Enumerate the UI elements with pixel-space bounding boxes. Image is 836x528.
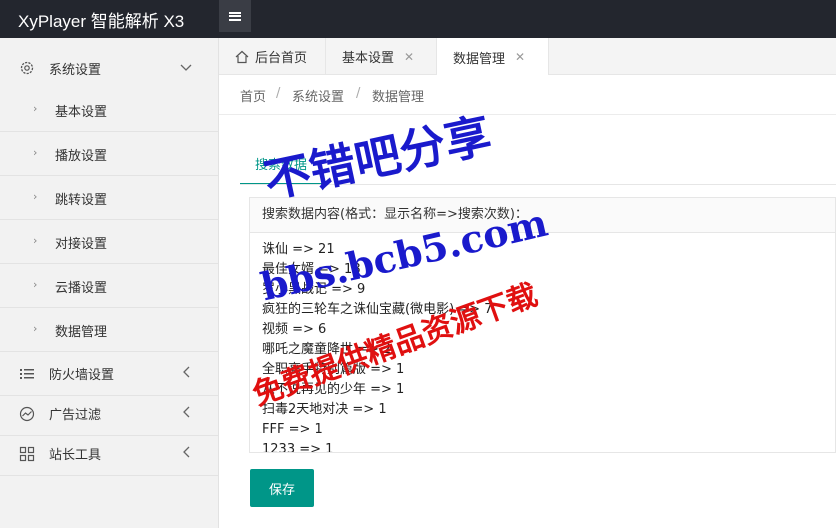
textarea-line: 全职高手特别篇版 => 1 <box>262 362 405 377</box>
breadcrumb-system-settings[interactable]: 系统设置 <box>292 86 344 105</box>
sidebar-subitem-label: 云播设置 <box>55 281 108 296</box>
gear-icon <box>19 60 35 76</box>
textarea-line: 视频 => 6 <box>262 322 327 337</box>
textarea-line: 最佳女婿 => 18 <box>262 262 361 277</box>
sidebar-subitem-play[interactable]: › 播放设置 <box>0 132 218 176</box>
textarea-line: 从不说再见的少年 => 1 <box>262 382 405 397</box>
app-title: XyPlayer 智能解析 X3 <box>18 12 185 31</box>
chevron-right-icon: › <box>33 190 38 203</box>
chevron-right-icon: › <box>33 146 38 159</box>
chevron-left-icon <box>182 366 190 381</box>
grid-icon <box>19 446 35 462</box>
tab-bar: 后台首页 基本设置 ✕ 数据管理 ✕ <box>219 38 836 76</box>
menu-toggle-button[interactable] <box>219 0 251 32</box>
sidebar: 系统设置 › 基本设置 › 播放设置 › 跳转设置 › 对接设置 › 云播设置 … <box>0 38 219 528</box>
sidebar-subitem-label: 播放设置 <box>55 149 108 164</box>
tab-search-data[interactable]: 搜索数据 <box>240 155 322 185</box>
textarea-line: 扫毒2天地对决 => 1 <box>262 402 387 417</box>
sidebar-subitem-data[interactable]: › 数据管理 <box>0 308 218 352</box>
textarea-line: 1233 => 1 <box>262 442 334 453</box>
close-icon[interactable]: ✕ <box>515 50 525 64</box>
sidebar-item-system-settings[interactable]: 系统设置 <box>0 46 218 90</box>
tab-dashboard[interactable]: 后台首页 <box>219 38 326 75</box>
home-icon <box>235 50 249 64</box>
chart-icon <box>19 406 35 422</box>
tab-data-management[interactable]: 数据管理 ✕ <box>437 38 549 76</box>
tab-basic-settings[interactable]: 基本设置 ✕ <box>326 38 437 75</box>
tab-label: 数据管理 <box>453 51 506 67</box>
breadcrumb: 首页 / 系统设置 / 数据管理 <box>219 75 836 115</box>
textarea-line: 哪吒之魔童降世 => 2 <box>262 342 392 357</box>
top-header: XyPlayer 智能解析 X3 <box>0 0 836 38</box>
sidebar-subitem-label: 数据管理 <box>55 325 108 340</box>
sidebar-subitem-label: 基本设置 <box>55 105 108 120</box>
sidebar-subitem-redirect[interactable]: › 跳转设置 <box>0 176 218 220</box>
sidebar-subitem-label: 对接设置 <box>55 237 108 252</box>
sidebar-item-label: 站长工具 <box>49 448 102 463</box>
textarea-line: 诛仙 => 21 <box>262 242 335 257</box>
sidebar-subitem-label: 跳转设置 <box>55 193 108 208</box>
list-icon <box>19 366 35 382</box>
sidebar-item-label: 防火墙设置 <box>49 368 115 383</box>
close-icon[interactable]: ✕ <box>404 50 414 64</box>
hamburger-icon <box>229 11 241 21</box>
sidebar-subitem-integration[interactable]: › 对接设置 <box>0 220 218 264</box>
sidebar-subitem-cloud[interactable]: › 云播设置 <box>0 264 218 308</box>
chevron-right-icon: › <box>33 322 38 335</box>
search-data-field-label: 搜索数据内容(格式：显示名称=>搜索次数)： <box>249 197 836 233</box>
chevron-left-icon <box>182 446 190 461</box>
sidebar-item-label: 系统设置 <box>49 62 102 78</box>
sidebar-item-webmaster-tools[interactable]: 站长工具 <box>0 432 218 476</box>
subtab-divider <box>240 184 836 185</box>
breadcrumb-separator: / <box>356 86 361 101</box>
chevron-down-icon <box>180 61 192 75</box>
textarea-line: 疯狂的三轮车之诛仙宝藏(微电影) => 7 <box>262 302 493 317</box>
chevron-right-icon: › <box>33 278 38 291</box>
save-button[interactable]: 保存 <box>250 469 314 507</box>
breadcrumb-home[interactable]: 首页 <box>240 86 266 105</box>
tab-label: 基本设置 <box>342 51 395 66</box>
tab-label: 后台首页 <box>255 51 308 66</box>
sidebar-subitem-basic[interactable]: › 基本设置 <box>0 88 218 132</box>
chevron-right-icon: › <box>33 234 38 247</box>
textarea-line: FFF => 1 <box>262 422 323 437</box>
sidebar-item-label: 广告过滤 <box>49 408 102 423</box>
search-data-textarea[interactable]: 诛仙 => 21 最佳女婿 => 18 罗小黑战记 => 9 疯狂的三轮车之诛仙… <box>249 233 836 453</box>
breadcrumb-current: 数据管理 <box>372 90 425 105</box>
breadcrumb-separator: / <box>276 86 281 101</box>
main-content: 搜索数据 搜索数据内容(格式：显示名称=>搜索次数)： 诛仙 => 21 最佳女… <box>219 115 836 528</box>
sidebar-item-ad-filter[interactable]: 广告过滤 <box>0 392 218 436</box>
chevron-right-icon: › <box>33 102 38 115</box>
chevron-left-icon <box>182 406 190 421</box>
sidebar-item-firewall[interactable]: 防火墙设置 <box>0 352 218 396</box>
textarea-line: 罗小黑战记 => 9 <box>262 282 366 297</box>
